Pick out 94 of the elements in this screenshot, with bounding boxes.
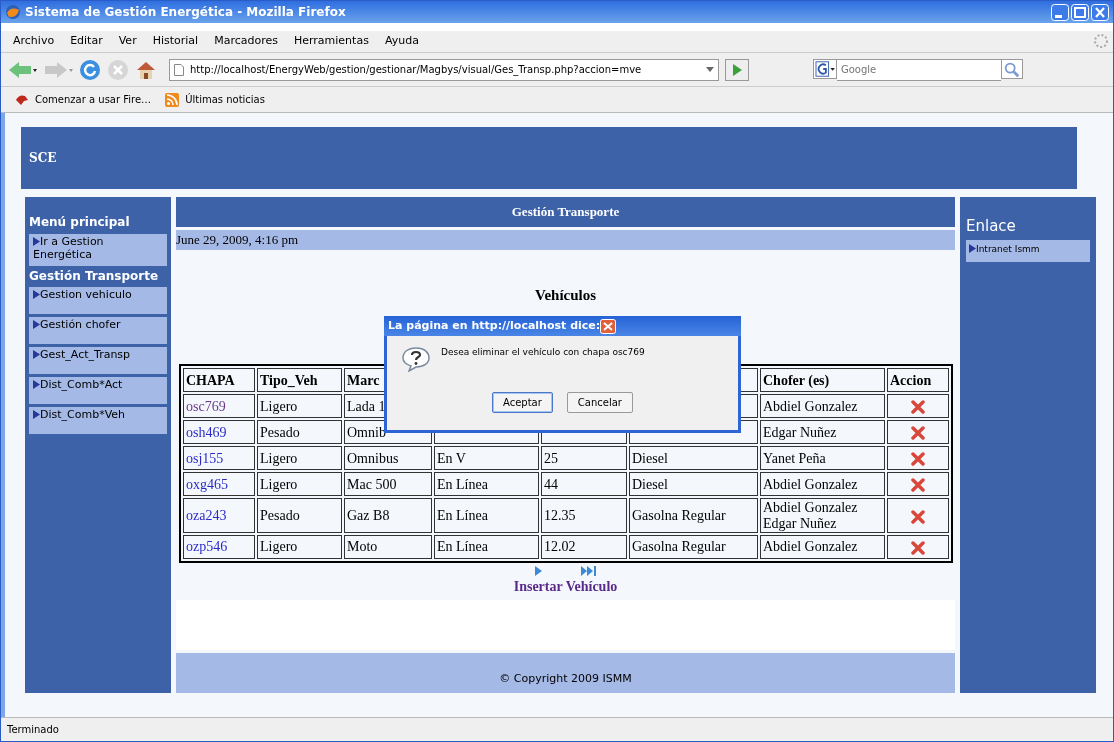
menu-item[interactable]: Marcadores: [206, 33, 286, 50]
search-icon[interactable]: [1001, 58, 1023, 79]
sidebar-heading: Gestión Transporte: [29, 269, 160, 284]
sidebar-link[interactable]: Gest_Act_Transp: [29, 346, 167, 374]
table-cell: Gasolna Regular: [629, 535, 758, 560]
dialog-message: Desea eliminar el vehículo con chapa osc769: [441, 346, 645, 359]
menu-item[interactable]: Historial: [144, 33, 207, 50]
sidebar-title: Menú principal: [29, 214, 131, 231]
menu-item[interactable]: Editar: [62, 33, 111, 50]
page-icon: [174, 63, 184, 76]
throbber-icon: [1093, 33, 1109, 50]
sidebar-link[interactable]: Gestión chofer: [29, 316, 167, 344]
table-cell: Pesado: [257, 420, 342, 445]
table-cell: Moto: [344, 535, 432, 560]
go-button[interactable]: [725, 58, 749, 81]
table-cell: En V: [434, 446, 539, 471]
table-cell: 12.35: [541, 498, 627, 534]
table-cell: Edgar Nuñez: [760, 420, 885, 445]
dialog-button[interactable]: Cancelar: [566, 392, 633, 413]
table-cell: Omnibus: [344, 446, 432, 471]
dropdown-arrow-icon[interactable]: [706, 67, 714, 72]
table-cell: Abdiel Gonzalez: [760, 394, 885, 419]
table-cell: Abdiel Gonzalez: [760, 535, 885, 560]
table-cell: 12.02: [541, 535, 627, 560]
column-header: Chofer (es): [760, 368, 885, 393]
triangle-icon: [33, 349, 40, 359]
site-header: SCE: [21, 127, 1077, 189]
menu-item[interactable]: Archivo: [5, 33, 63, 50]
insert-link[interactable]: Insertar Vehículo: [176, 576, 955, 598]
menu-item[interactable]: Ayuda: [376, 33, 427, 50]
sidebar-link[interactable]: Dist_Comb*Veh: [29, 406, 167, 434]
next-page-icon[interactable]: [534, 566, 543, 577]
date-text: June 29, 2009, 4:16 pm: [176, 231, 299, 247]
table-cell: En Línea: [434, 472, 539, 497]
dialog-button[interactable]: Aceptar: [492, 392, 553, 413]
column-header: CHAPA: [183, 368, 255, 393]
sidebar-title: Enlace: [966, 216, 1017, 237]
section-title: Vehículos: [533, 285, 598, 305]
address-field[interactable]: http://localhost/EnergyWeb/gestion/gestionar/Magbys/visual/Ges_Transp.php?accion=mve: [169, 58, 719, 81]
table-cell: Ligero: [257, 535, 342, 560]
status-bar: Terminado: [1, 717, 1113, 741]
triangle-icon: [33, 237, 40, 246]
last-page-icon[interactable]: [580, 566, 597, 577]
sidebar-link[interactable]: Gestion vehiculo: [29, 286, 167, 314]
question-bubble-icon: [401, 346, 431, 372]
delete-icon[interactable]: [911, 426, 925, 441]
globe-icon: [5, 4, 21, 20]
delete-icon[interactable]: [911, 452, 925, 467]
sidebar-link[interactable]: Ir a Gestion Energética: [29, 234, 167, 267]
delete-icon[interactable]: [911, 478, 925, 493]
triangle-icon: [33, 409, 40, 419]
menu-item[interactable]: Ver: [110, 33, 145, 50]
triangle-icon: [33, 379, 40, 389]
table-cell: 44: [541, 472, 627, 497]
table-cell: Gaz B8: [344, 498, 432, 534]
sidebar-link[interactable]: Intranet Ismm: [966, 239, 1090, 262]
bookmark-link[interactable]: Comenzar a usar Fire…: [35, 92, 152, 107]
table-cell: Ligero: [257, 472, 342, 497]
bookmark-link[interactable]: Últimas noticias: [185, 92, 265, 107]
table-cell: Yanet Peña: [760, 446, 885, 471]
rss-feed-icon: [165, 92, 180, 107]
copyright-text: © Copyright 2009 ISMM: [499, 670, 632, 687]
search-engine-icon[interactable]: [813, 58, 837, 79]
column-header: Tipo_Veh: [257, 368, 342, 393]
table-cell: En Línea: [434, 498, 539, 534]
table-cell: 25: [541, 446, 627, 471]
table-cell: Pesado: [257, 498, 342, 534]
table-cell: Diesel: [629, 472, 758, 497]
menu-item[interactable]: Herramientas: [285, 33, 377, 50]
search-field[interactable]: Google: [837, 58, 1001, 81]
table-cell: Abdiel Gonzalez Edgar Nuñez: [760, 498, 885, 534]
table-cell: Gasolna Regular: [629, 498, 758, 534]
table-cell: Diesel: [629, 446, 758, 471]
window-title: Sistema de Gestión Energética - Mozilla Firefox: [25, 4, 346, 21]
minimize-button[interactable]: [1051, 3, 1069, 21]
delete-icon[interactable]: [911, 541, 925, 556]
table-cell: Mac 500: [344, 472, 432, 497]
content-title: Gestión Transporte: [176, 197, 955, 227]
triangle-icon: [969, 243, 976, 253]
close-button[interactable]: [1091, 3, 1109, 21]
table-cell: Ligero: [257, 394, 342, 419]
table-cell: Ligero: [257, 446, 342, 471]
sidebar-link[interactable]: Dist_Comb*Act: [29, 376, 167, 404]
dialog-title: La página en http://localhost dice:: [388, 317, 601, 334]
delete-icon[interactable]: [911, 509, 925, 524]
triangle-icon: [33, 289, 40, 299]
delete-icon[interactable]: [911, 400, 925, 415]
maximize-button[interactable]: [1071, 3, 1089, 21]
reload-icon[interactable]: [79, 58, 101, 81]
close-button[interactable]: [600, 318, 617, 334]
table-cell: Abdiel Gonzalez: [760, 472, 885, 497]
column-header: Accion: [887, 368, 949, 393]
triangle-icon: [33, 319, 40, 329]
table-cell: En Línea: [434, 535, 539, 560]
